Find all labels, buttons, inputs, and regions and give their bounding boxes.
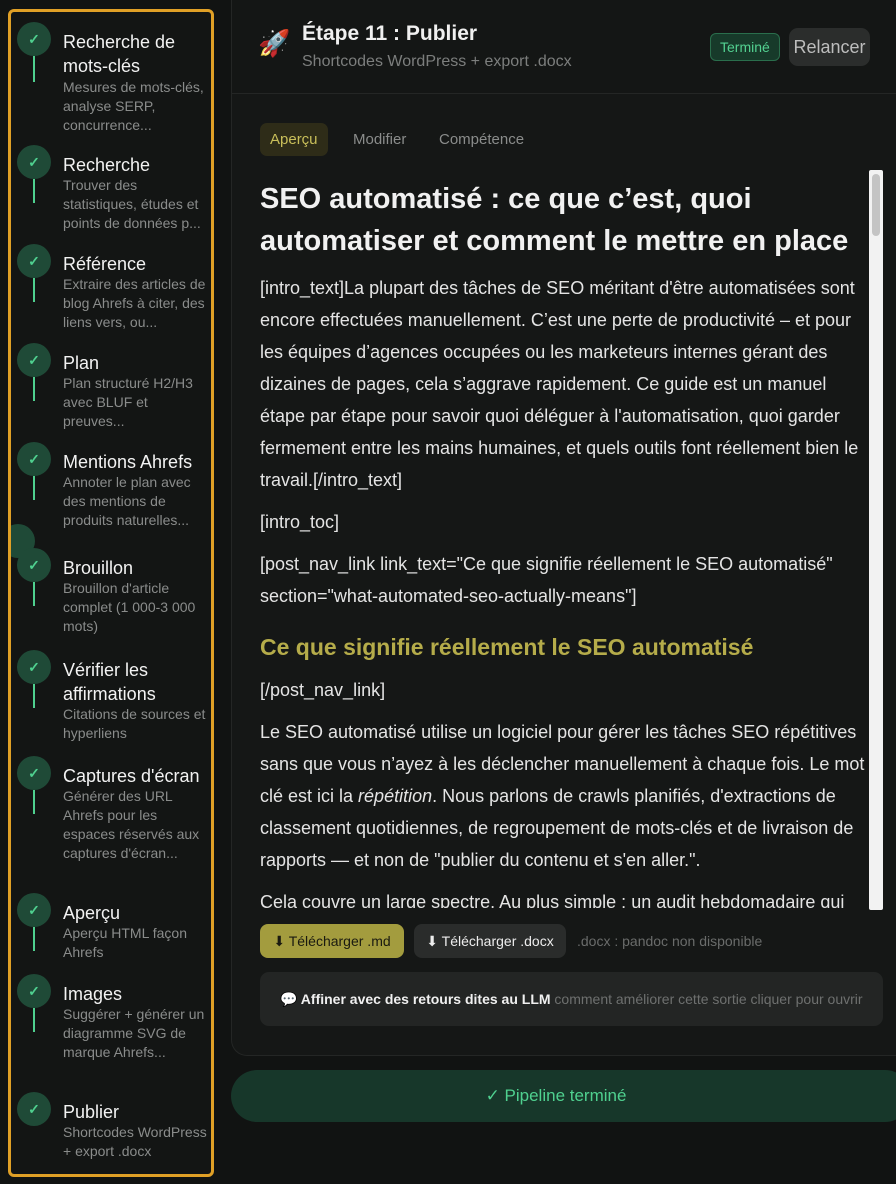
step-connector [33,377,35,401]
step-title: Référence [63,254,147,274]
intro-paragraph: [intro_text]La plupart des tâches de SEO… [260,278,859,490]
step-title: Mentions Ahrefs [63,452,193,472]
step-connector [33,582,35,606]
check-icon: ✓ [17,974,51,1008]
step-connector [33,790,35,814]
check-icon: ✓ [17,650,51,684]
stage-header: 🚀 Étape 11 : Publier Shortcodes WordPres… [232,0,896,94]
step-description: Plan structuré H2/H3 avec BLUF et preuve… [63,375,193,429]
check-icon: ✓ [17,1092,51,1126]
step-title: Plan [63,353,100,373]
scrollbar-thumb[interactable] [872,174,880,236]
scrollbar[interactable] [869,170,883,910]
step-title: Vérifier les affirmations [63,660,156,704]
step-description: Suggérer + générer un diagramme SVG de m… [63,1006,205,1060]
step-description: Aperçu HTML façon Ahrefs [63,925,187,960]
refine-label: 💬 Affiner avec des retours dites au LLM [280,991,551,1007]
nav-link-shortcode: [post_nav_link link_text="Ce que signifi… [260,554,833,606]
body-paragraph: Cela couvre un large spectre. Au plus si… [260,892,845,908]
step-description: Extraire des articles de blog Ahrefs à c… [63,276,206,330]
docx-status-note: .docx : pandoc non disponible [577,933,763,949]
nav-link-close-shortcode: [/post_nav_link] [260,680,386,700]
pipeline-sidebar: ✓ Recherche de mots-clés Mesures de mots… [8,9,214,1177]
step-title: Recherche [63,155,151,175]
check-icon: ✓ [17,22,51,56]
step-description: Annoter le plan avec des mentions de pro… [63,474,191,528]
body-paragraph: Le SEO automatisé utilise un logiciel po… [260,716,870,876]
emphasis-text: répétition [358,786,433,806]
refine-hint: comment améliorer cette sortie cliquer p… [550,991,863,1007]
stage-panel: 🚀 Étape 11 : Publier Shortcodes WordPres… [231,0,896,1056]
download-docx-button[interactable]: ⬇ Télécharger .docx [414,924,566,958]
stage-title: Étape 11 : Publier [302,22,478,45]
rocket-icon: 🚀 [258,28,291,58]
step-connector [33,278,35,302]
tab-skill[interactable]: Compétence [429,123,534,156]
step-title: Recherche de mots-clés [63,32,176,76]
tab-edit[interactable]: Modifier [343,123,416,156]
step-title: Brouillon [63,558,134,578]
step-description: Shortcodes WordPress + export .docx [63,1124,207,1159]
relaunch-button[interactable]: Relancer [789,28,870,66]
step-connector [33,1008,35,1032]
step-description: Générer des URL Ahrefs pour les espaces … [63,788,200,861]
check-icon: ✓ [17,244,51,278]
step-connector [33,179,35,203]
check-icon: ✓ [17,442,51,476]
check-icon: ✓ [17,548,51,582]
check-icon: ✓ [17,145,51,179]
toc-shortcode: [intro_toc] [260,512,340,532]
step-connector [33,476,35,500]
check-icon: ✓ [17,893,51,927]
step-title: Aperçu [63,903,121,923]
step-title: Publier [63,1102,120,1122]
step-description: Brouillon d'article complet (1 000-3 000… [63,580,196,634]
step-description: Trouver des statistiques, études et poin… [63,177,201,231]
check-icon: ✓ [17,756,51,790]
stage-subtitle: Shortcodes WordPress + export .docx [302,53,572,70]
status-badge: Terminé [710,33,780,61]
tab-preview[interactable]: Aperçu [260,123,328,156]
step-connector [33,56,35,82]
step-connector [33,684,35,708]
section-heading: Ce que signifie réellement le SEO automa… [260,634,754,660]
step-connector [33,927,35,951]
check-icon: ✓ [17,343,51,377]
pipeline-complete-bar: ✓ Pipeline terminé [231,1070,896,1122]
article-title: SEO automatisé : ce que c’est, quoi auto… [260,183,849,257]
article-preview: SEO automatisé : ce que c’est, quoi auto… [260,178,870,908]
step-title: Images [63,984,123,1004]
step-description: Citations de sources et hyperliens [63,706,206,741]
step-description: Mesures de mots-clés, analyse SERP, conc… [63,79,204,133]
refine-feedback-toggle[interactable]: 💬 Affiner avec des retours dites au LLM … [260,972,883,1026]
download-md-button[interactable]: ⬇ Télécharger .md [260,924,404,958]
step-title: Captures d'écran [63,766,200,786]
